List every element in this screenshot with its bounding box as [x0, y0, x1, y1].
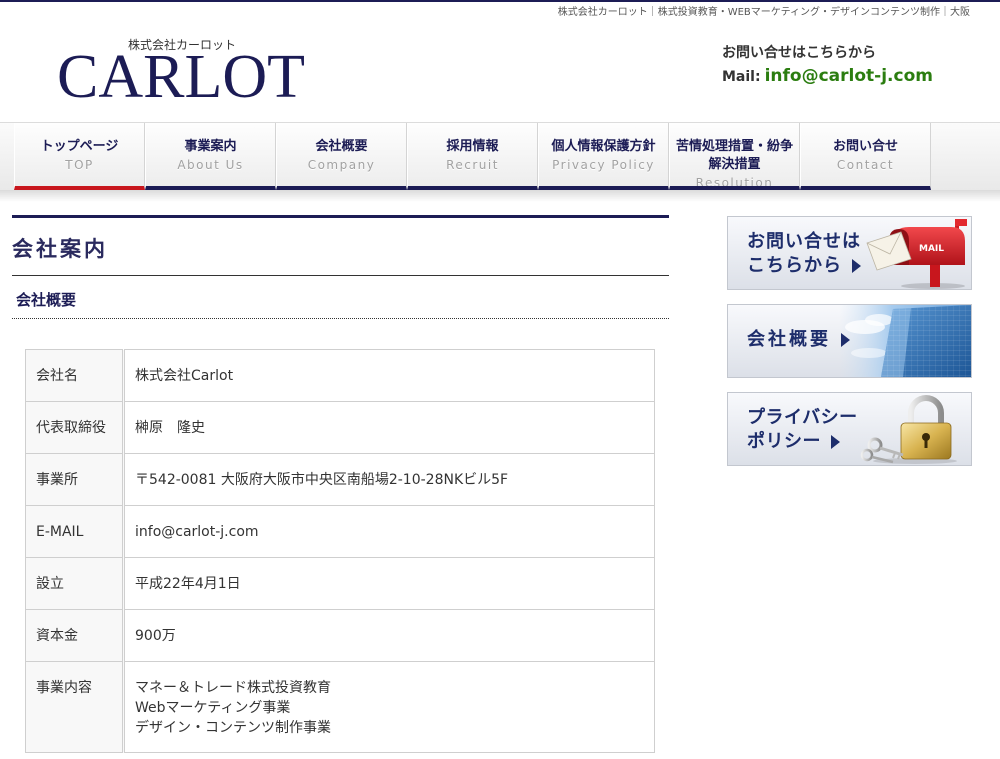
company-table-value-line: マネー＆トレード株式投資教育 — [135, 680, 331, 696]
company-table-label: 設立 — [25, 557, 125, 610]
nav-item-label: 苦情処理措置・紛争解決措置 — [675, 139, 793, 172]
nav-item-label: お問い合せ — [832, 139, 898, 154]
table-row: E-MAIL info@carlot-j.com — [25, 505, 655, 558]
nav-item-resolution[interactable]: 苦情処理措置・紛争解決措置 Resolution — [669, 123, 800, 190]
nav-shadow — [0, 190, 1000, 202]
company-table-value: 榊原 隆史 — [123, 401, 655, 454]
company-table-label: 事業内容 — [25, 661, 125, 753]
sidebar: お問い合せは こちらから MAIL 会社概要 プライバシー ポリシー — [727, 216, 972, 480]
company-table-value-line: 〒542-0081 大阪府大阪市中央区南船場2-10-28NKビル5F — [135, 472, 509, 488]
company-table-value: 900万 — [123, 609, 655, 662]
company-table-value-line: info@carlot-j.com — [135, 524, 259, 540]
banner-text: 会社概要 — [747, 328, 850, 352]
company-table-label: 資本金 — [25, 609, 125, 662]
logo-wordmark: CARLOT — [57, 43, 305, 111]
company-table-value-line: Webマーケティング事業 — [135, 700, 291, 716]
table-row: 代表取締役 榊原 隆史 — [25, 401, 655, 454]
top-accent-line — [0, 0, 1000, 2]
mail-address-link[interactable]: info@carlot-j.com — [765, 66, 933, 86]
page: 株式会社カーロット｜株式投資教育・WEBマーケティング・デザインコンテンツ制作｜… — [0, 0, 1000, 759]
nav-item-label: 事業案内 — [184, 139, 237, 154]
nav-item-label: 個人情報保護方針 — [551, 139, 656, 154]
privacy-policy-banner[interactable]: プライバシー ポリシー — [727, 392, 972, 466]
company-table-value-line: 榊原 隆史 — [135, 420, 205, 436]
company-table-value: 平成22年4月1日 — [123, 557, 655, 610]
nav-item-top[interactable]: トップページ TOP — [14, 123, 145, 190]
nav-item-label: 会社概要 — [315, 139, 368, 154]
company-table-label: 会社名 — [25, 349, 125, 402]
arrow-right-icon — [841, 333, 850, 347]
nav-item-sublabel: Contact — [836, 158, 895, 172]
header-tagline: 株式会社カーロット｜株式投資教育・WEBマーケティング・デザインコンテンツ制作｜… — [557, 7, 970, 18]
banner-text-line: 会社概要 — [747, 329, 831, 350]
company-table-label: 事業所 — [25, 453, 125, 506]
company-table-value: マネー＆トレード株式投資教育 Webマーケティング事業 デザイン・コンテンツ制作… — [123, 661, 655, 753]
company-table-value: 株式会社Carlot — [123, 349, 655, 402]
nav-item-sublabel: TOP — [65, 158, 94, 172]
nav-item-sublabel: Recruit — [446, 158, 499, 172]
banner-text-line-wrap: 会社概要 — [747, 328, 850, 352]
nav-item-sublabel: Privacy Policy — [552, 158, 655, 172]
nav-item-company[interactable]: 会社概要 Company — [276, 123, 407, 190]
table-row: 会社名 株式会社Carlot — [25, 349, 655, 402]
banner-text-line-wrap: こちらから — [747, 254, 861, 278]
company-table-value-line: 900万 — [135, 628, 176, 644]
banner-text-line: ポリシー — [747, 431, 821, 452]
mailbox-icon: MAIL — [866, 219, 967, 289]
company-table-value-line: 平成22年4月1日 — [135, 576, 241, 592]
header-contact: お問い合せはこちらから Mail: info@carlot-j.com — [722, 44, 984, 88]
global-nav-bar: トップページ TOP 事業案内 About Us 会社概要 Company 採用… — [0, 122, 1000, 190]
banner-text-line: こちらから — [747, 255, 842, 276]
nav-item-privacy-policy[interactable]: 個人情報保護方針 Privacy Policy — [538, 123, 669, 190]
nav-item-label: トップページ — [40, 139, 119, 154]
banner-text-line: お問い合せは — [747, 231, 861, 252]
banner-text-line: プライバシー — [747, 407, 858, 428]
nav-item-recruit[interactable]: 採用情報 Recruit — [407, 123, 538, 190]
company-table-value: info@carlot-j.com — [123, 505, 655, 558]
table-row: 設立 平成22年4月1日 — [25, 557, 655, 610]
banner-text: お問い合せは こちらから — [747, 230, 861, 278]
logo[interactable]: 株式会社カーロット CARLOT — [57, 36, 319, 108]
padlock-and-keys-icon — [860, 395, 957, 464]
table-row: 事業内容 マネー＆トレード株式投資教育 Webマーケティング事業 デザイン・コン… — [25, 661, 655, 753]
company-table-value-line: 株式会社Carlot — [135, 368, 234, 384]
nav-item-sublabel: About Us — [177, 158, 244, 172]
contact-prompt: お問い合せはこちらから — [722, 45, 876, 61]
banner-text: プライバシー ポリシー — [747, 406, 858, 454]
nav-item-contact[interactable]: お問い合せ Contact — [800, 123, 931, 190]
arrow-right-icon — [831, 435, 840, 449]
company-overview-banner[interactable]: 会社概要 — [727, 304, 972, 378]
section-title: 会社概要 — [12, 276, 669, 319]
office-building-icon — [839, 305, 971, 377]
mail-label: Mail: — [722, 69, 761, 85]
mailbox-label: MAIL — [919, 244, 944, 254]
table-row: 資本金 900万 — [25, 609, 655, 662]
nav-item-label: 採用情報 — [446, 139, 499, 154]
company-table-label: 代表取締役 — [25, 401, 125, 454]
global-nav: トップページ TOP 事業案内 About Us 会社概要 Company 採用… — [14, 123, 931, 190]
company-table-value-line: デザイン・コンテンツ制作事業 — [135, 720, 331, 736]
nav-item-about[interactable]: 事業案内 About Us — [145, 123, 276, 190]
contact-mail-line: Mail: info@carlot-j.com — [722, 65, 984, 88]
arrow-right-icon — [852, 259, 861, 273]
nav-item-sublabel: Resolution — [695, 176, 774, 190]
company-table-label: E-MAIL — [25, 505, 125, 558]
company-table-value: 〒542-0081 大阪府大阪市中央区南船場2-10-28NKビル5F — [123, 453, 655, 506]
table-row: 事業所 〒542-0081 大阪府大阪市中央区南船場2-10-28NKビル5F — [25, 453, 655, 506]
company-info-table: 会社名 株式会社Carlot 代表取締役 榊原 隆史 事業所 〒542-0081… — [25, 349, 655, 753]
banner-text-line-wrap: ポリシー — [747, 430, 858, 454]
contact-banner[interactable]: お問い合せは こちらから MAIL — [727, 216, 972, 290]
main-content: 会社案内 会社概要 — [12, 215, 669, 319]
nav-item-sublabel: Company — [307, 158, 376, 172]
page-title: 会社案内 — [12, 215, 669, 276]
